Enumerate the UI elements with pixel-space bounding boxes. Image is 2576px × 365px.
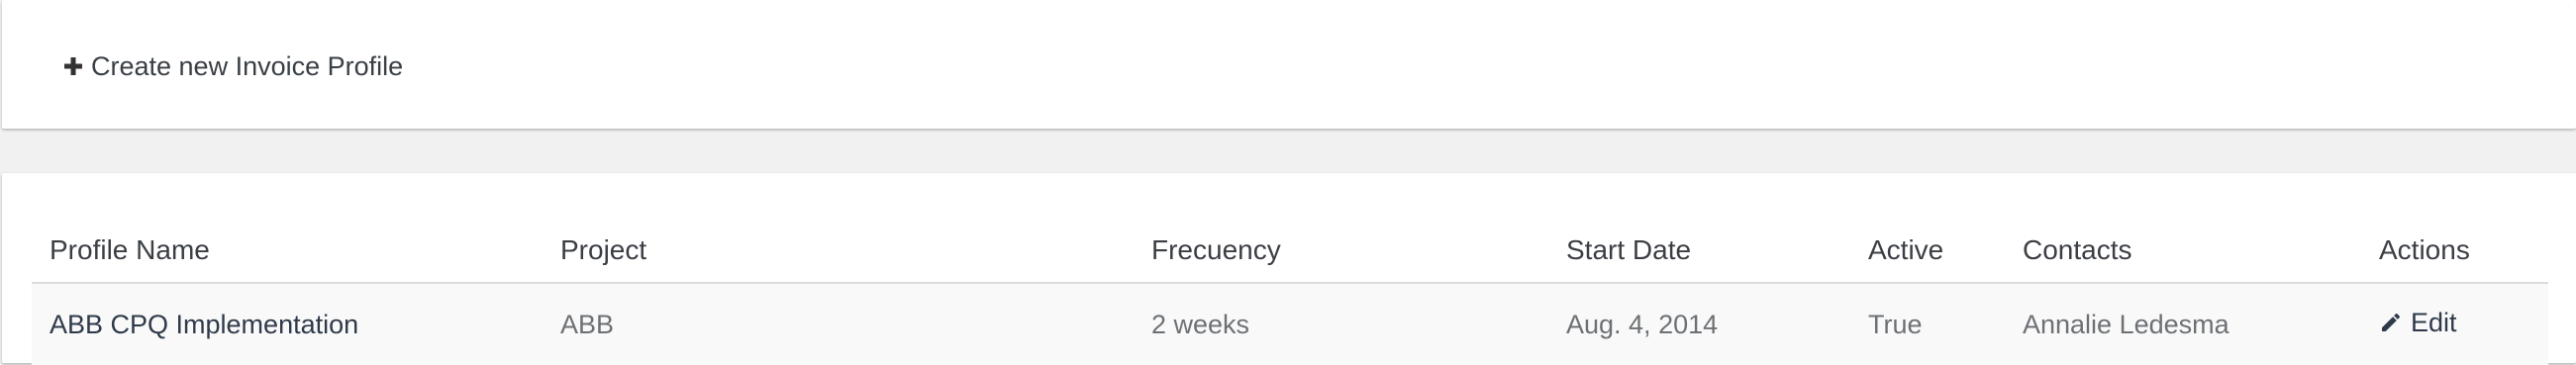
column-header-frequency[interactable]: Frecuency (1134, 219, 1548, 284)
cell-start-date: Aug. 4, 2014 (1548, 283, 1850, 365)
column-header-profile-name[interactable]: Profile Name (32, 219, 543, 284)
column-header-active[interactable]: Active (1850, 219, 2005, 284)
cell-active: True (1850, 283, 2005, 365)
plus-icon (63, 56, 83, 76)
invoice-profiles-panel: Profile Name Project Frecuency Start Dat… (2, 173, 2576, 365)
cell-contacts: Annalie Ledesma (2005, 283, 2361, 365)
cell-project: ABB (543, 283, 1134, 365)
table-row: ABB CPQ Implementation ABB 2 weeks Aug. … (32, 283, 2548, 365)
invoice-profiles-table: Profile Name Project Frecuency Start Dat… (32, 219, 2548, 365)
cell-actions: Edit (2361, 283, 2548, 365)
column-header-start-date[interactable]: Start Date (1548, 219, 1850, 284)
edit-button[interactable]: Edit (2379, 308, 2457, 338)
pencil-icon (2379, 311, 2403, 334)
create-invoice-profile-button[interactable]: Create new Invoice Profile (63, 49, 403, 83)
column-header-project[interactable]: Project (543, 219, 1134, 284)
edit-label: Edit (2411, 307, 2457, 337)
cell-profile-name: ABB CPQ Implementation (32, 283, 543, 365)
cell-frequency: 2 weeks (1134, 283, 1548, 365)
column-header-actions: Actions (2361, 219, 2548, 284)
column-header-contacts[interactable]: Contacts (2005, 219, 2361, 284)
create-invoice-profile-label: Create new Invoice Profile (91, 50, 404, 81)
table-header-row: Profile Name Project Frecuency Start Dat… (32, 219, 2548, 284)
toolbar-panel: Create new Invoice Profile (2, 0, 2576, 129)
